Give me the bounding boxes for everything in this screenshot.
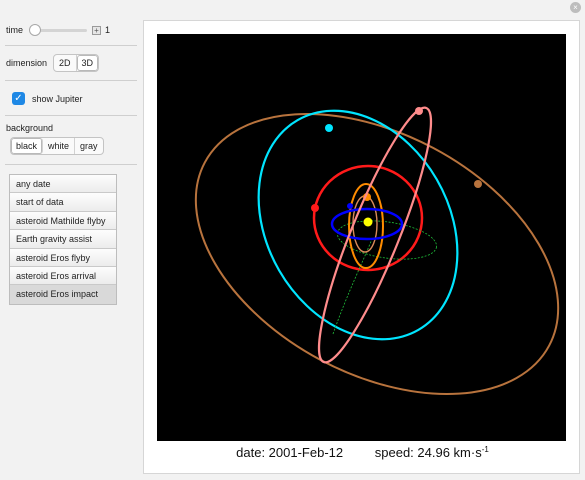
background-label-row: background bbox=[6, 123, 53, 133]
mars-marker bbox=[325, 124, 333, 132]
background-option-white[interactable]: white bbox=[43, 138, 76, 154]
event-button-mathilde-flyby[interactable]: asteroid Mathilde flyby bbox=[10, 211, 116, 231]
show-jupiter-label[interactable]: show Jupiter bbox=[32, 94, 83, 104]
plus-icon[interactable]: + bbox=[92, 25, 102, 35]
check-icon[interactable]: ✓ bbox=[12, 92, 25, 105]
orbit-plot[interactable] bbox=[157, 34, 566, 441]
dimension-option-3d[interactable]: 3D bbox=[76, 55, 99, 71]
mercury-marker bbox=[347, 203, 353, 209]
background-label: background bbox=[6, 123, 54, 133]
dimension-label: dimension bbox=[6, 58, 48, 68]
control-panel: time + 1 dimension 2D 3D ✓ show Jupiter … bbox=[0, 0, 140, 480]
divider bbox=[5, 115, 137, 116]
orbit-graphic bbox=[194, 106, 560, 396]
time-label: time bbox=[6, 25, 24, 35]
background-control: black white gray bbox=[10, 137, 104, 155]
close-icon[interactable]: × bbox=[570, 2, 581, 13]
speed-readout: speed: 24.96 km·s-1 bbox=[374, 445, 489, 461]
background-option-gray[interactable]: gray bbox=[75, 138, 103, 154]
event-button-start-of-data[interactable]: start of data bbox=[10, 193, 116, 212]
divider bbox=[5, 80, 137, 81]
time-slider[interactable] bbox=[29, 24, 88, 36]
event-button-earth-gravity-assist[interactable]: Earth gravity assist bbox=[10, 230, 116, 249]
asteroid-orbit bbox=[317, 106, 433, 364]
event-button-eros-flyby[interactable]: asteroid Eros flyby bbox=[10, 248, 116, 267]
asteroid-marker bbox=[415, 107, 423, 115]
dimension-toggle: 2D 3D bbox=[53, 54, 100, 72]
show-jupiter-control: ✓ show Jupiter bbox=[12, 92, 83, 105]
readout: date: 2001-Feb-12 speed: 24.96 km·s-1 bbox=[144, 445, 581, 460]
dimension-option-2d[interactable]: 2D bbox=[54, 55, 77, 71]
background-toggle: black white gray bbox=[10, 137, 104, 155]
event-button-eros-impact[interactable]: asteroid Eros impact bbox=[10, 285, 116, 304]
earth-marker bbox=[311, 204, 319, 212]
time-control: time + 1 bbox=[6, 24, 110, 36]
sun bbox=[363, 217, 373, 227]
event-button-any-date[interactable]: any date bbox=[10, 175, 116, 194]
event-button-eros-arrival[interactable]: asteroid Eros arrival bbox=[10, 266, 116, 286]
divider bbox=[5, 45, 137, 46]
divider bbox=[5, 164, 137, 165]
time-slider-thumb[interactable] bbox=[29, 24, 42, 36]
background-option-black[interactable]: black bbox=[11, 138, 44, 154]
dimension-control: dimension 2D 3D bbox=[6, 54, 100, 72]
jupiter-marker bbox=[474, 180, 482, 188]
event-button-list: any date start of data asteroid Mathilde… bbox=[9, 174, 117, 305]
output-frame: date: 2001-Feb-12 speed: 24.96 km·s-1 bbox=[143, 20, 580, 474]
time-value: 1 bbox=[105, 25, 111, 35]
date-readout: date: 2001-Feb-12 bbox=[236, 445, 344, 461]
